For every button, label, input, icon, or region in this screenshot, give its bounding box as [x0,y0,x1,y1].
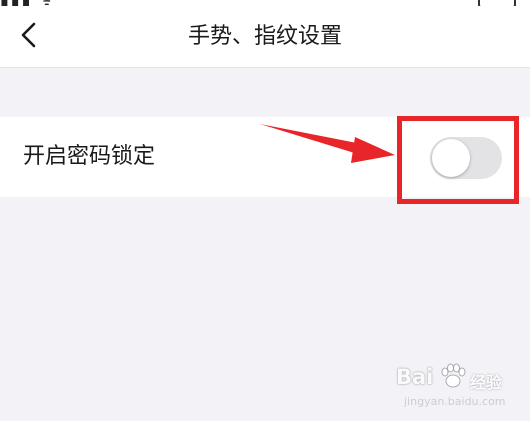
watermark-url: jingyan.baidu.com [404,395,506,408]
navigation-bar: 手势、指纹设置 [0,6,530,68]
toggle-knob [432,139,470,177]
paw-icon [441,363,466,388]
back-button[interactable] [8,12,52,58]
password-lock-label: 开启密码锁定 [23,144,156,169]
watermark-suffix: 经验 [470,373,503,392]
watermark-logo: Bai [396,365,434,389]
watermark: Bai 经验 jingyan.baidu.com [360,355,520,415]
chevron-left-icon [21,22,36,48]
password-lock-toggle[interactable] [430,137,502,179]
page-title: 手势、指纹设置 [187,24,342,49]
